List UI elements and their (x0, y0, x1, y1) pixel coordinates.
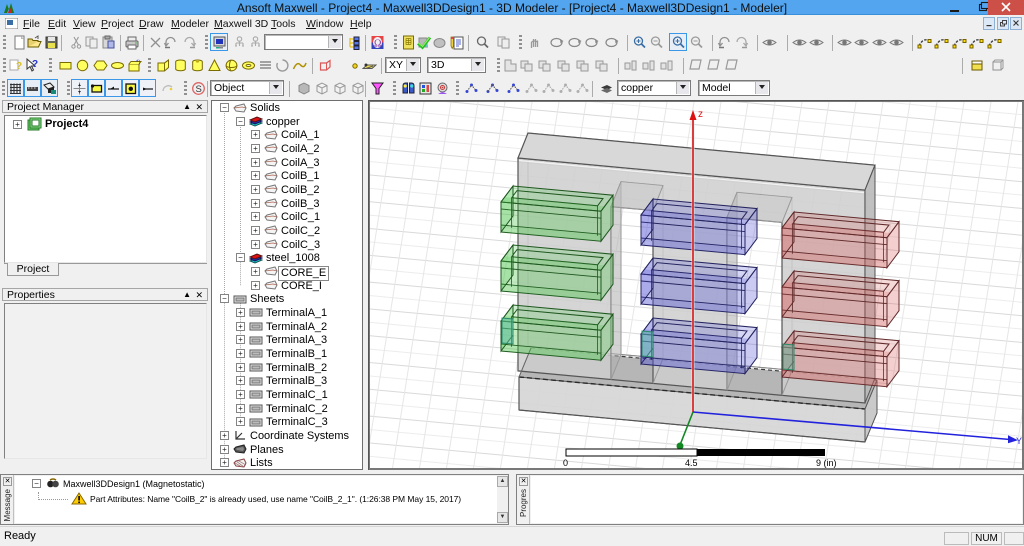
svg-text:0: 0 (563, 458, 568, 468)
svg-text:Y: Y (1016, 436, 1022, 446)
svg-text:z: z (698, 109, 703, 120)
svg-text:4.5: 4.5 (685, 458, 698, 468)
svg-text:9 (in): 9 (in) (816, 458, 837, 468)
